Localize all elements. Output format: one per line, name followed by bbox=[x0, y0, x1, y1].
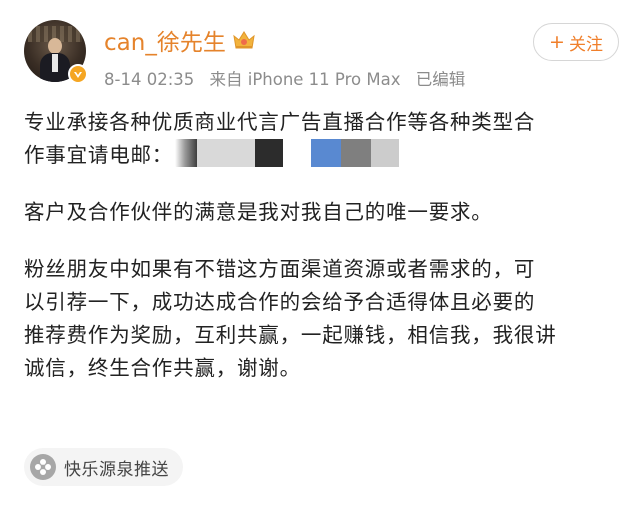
text-line: 客户及合作伙伴的满意是我对我自己的唯一要求。 bbox=[24, 200, 493, 224]
text-line-email: 作事宜请电邮： bbox=[24, 139, 620, 172]
paragraph-1: 专业承接各种优质商业代言广告直播合作等各种类型合 作事宜请电邮： bbox=[24, 106, 620, 172]
crown-icon bbox=[233, 31, 255, 49]
text-line: 诚信，终生合作共赢，谢谢。 bbox=[24, 356, 301, 380]
paragraph-2: 客户及合作伙伴的满意是我对我自己的唯一要求。 bbox=[24, 196, 620, 229]
avatar-container[interactable] bbox=[24, 20, 88, 84]
post-meta: 8-14 02:35 来自 iPhone 11 Pro Max 已编辑 bbox=[104, 66, 475, 90]
text-line: 作事宜请电邮： bbox=[24, 143, 174, 167]
redacted-email bbox=[311, 139, 342, 167]
verified-badge-icon bbox=[68, 64, 88, 84]
flower-icon bbox=[30, 454, 56, 480]
paragraph-3: 粉丝朋友中如果有不错这方面渠道资源或者需求的，可 以引荐一下，成功达成合作的会给… bbox=[24, 253, 620, 385]
text-line: 以引荐一下，成功达成合作的会给予合适得体且必要的 bbox=[24, 290, 536, 314]
redacted-email bbox=[197, 139, 256, 167]
username[interactable]: can_徐先生 bbox=[104, 23, 226, 57]
redacted-email bbox=[341, 139, 372, 167]
post-date: 8-14 02:35 bbox=[104, 70, 195, 89]
post-content: 专业承接各种优质商业代言广告直播合作等各种类型合 作事宜请电邮： 客户及合作伙伴… bbox=[24, 106, 620, 385]
weibo-post: can_徐先生 8-14 02:35 来自 iPhone 11 Pro Max … bbox=[0, 0, 640, 507]
edited-label[interactable]: 已编辑 bbox=[416, 70, 466, 89]
text-line: 专业承接各种优质商业代言广告直播合作等各种类型合 bbox=[24, 110, 536, 134]
author-row: can_徐先生 bbox=[104, 24, 256, 56]
source-chip[interactable]: 快乐源泉推送 bbox=[24, 448, 183, 486]
redacted-email bbox=[371, 139, 400, 167]
post-device: 来自 iPhone 11 Pro Max bbox=[209, 70, 401, 89]
follow-button[interactable]: + 关注 bbox=[533, 23, 619, 61]
source-label: 快乐源泉推送 bbox=[64, 459, 169, 480]
redacted-email bbox=[175, 139, 198, 167]
text-line: 推荐费作为奖励，互利共赢，一起赚钱，相信我，我很讲 bbox=[24, 323, 557, 347]
redacted-email bbox=[283, 139, 312, 167]
plus-icon: + bbox=[549, 31, 565, 53]
follow-label: 关注 bbox=[568, 34, 603, 55]
text-line: 粉丝朋友中如果有不错这方面渠道资源或者需求的，可 bbox=[24, 257, 536, 281]
avatar-shirt bbox=[52, 54, 58, 72]
avatar-head bbox=[48, 38, 62, 54]
redacted-email bbox=[255, 139, 284, 167]
